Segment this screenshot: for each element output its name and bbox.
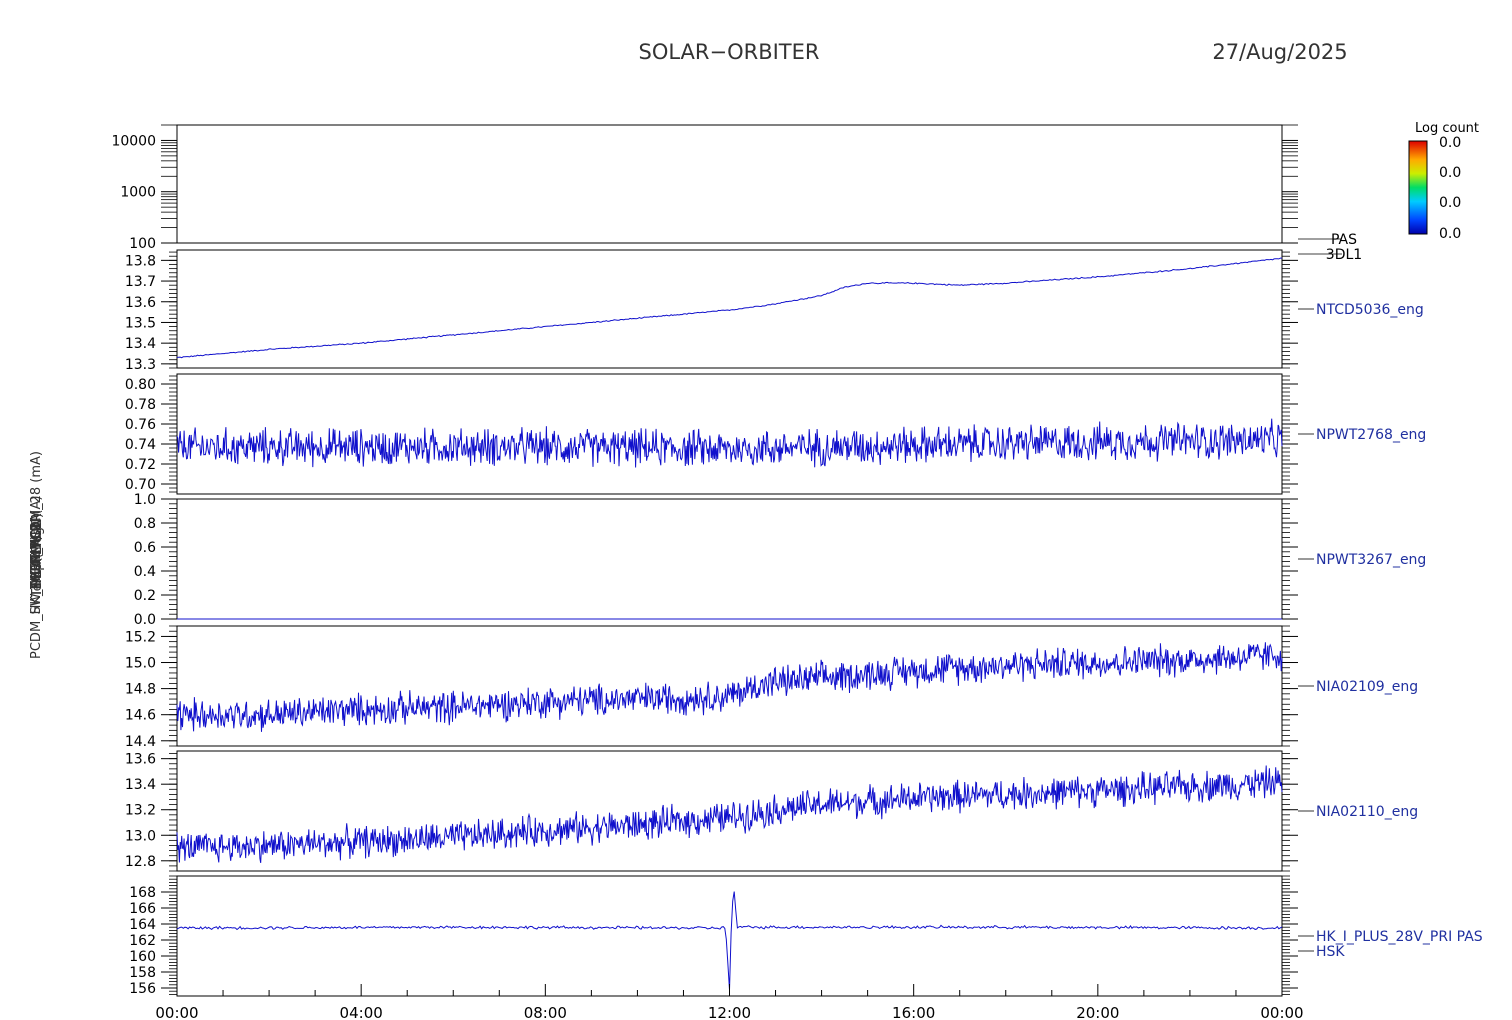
panel-npwt2768: 0.70 0.72 0.74 0.76 0.78 0.80 NPWT2768_eng <box>125 373 1426 495</box>
y-tick-label: 15.2 <box>125 629 156 645</box>
y-tick-label: 164 <box>129 917 156 933</box>
colorbar-tick-label: 0.0 <box>1439 195 1461 211</box>
y-tick-label: 13.0 <box>125 828 156 844</box>
y-tick-label: 0.4 <box>134 564 156 580</box>
right-label: NTCD5036_eng <box>1316 302 1424 318</box>
right-label: NPWT3267_eng <box>1316 552 1426 568</box>
panel-hk_i_plus: 156158160162164166168 HK_I_PLUS_28V_PRI P… <box>129 875 1483 997</box>
x-tick-label: 00:00 <box>155 1004 198 1020</box>
panel-nia02110: 12.8 13.0 13.2 13.4 13.6 NIA02110_eng <box>125 750 1418 872</box>
panel-pas: 100 1000 10000 PAS3DL1 <box>111 124 1362 263</box>
y-tick-label: 14.4 <box>125 734 156 750</box>
x-tick-label: 04:00 <box>340 1004 383 1020</box>
panel-ntcd5036: 13.3 13.4 13.5 13.6 13.7 13.8 NTCD5036_eng <box>125 249 1424 373</box>
series-line <box>176 257 1282 359</box>
panel-stack: 100100010000PAS3DL113.313.413.513.613.71… <box>29 124 1483 997</box>
y-axis-title: PCDM_HK_IMON_PCDM_28 (mA) <box>29 451 44 659</box>
right-label: NIA02110_eng <box>1316 804 1418 820</box>
right-label: NPWT2768_eng <box>1316 427 1426 443</box>
series-line <box>176 765 1283 863</box>
y-tick-label: 0.2 <box>134 588 156 604</box>
y-tick-label: 160 <box>129 949 156 965</box>
colorbar-tick-label: 0.0 <box>1439 135 1461 151</box>
panel-frame <box>176 124 1283 244</box>
x-tick-label: 00:00 <box>1260 1004 1303 1020</box>
y-tick-label: 10000 <box>111 133 156 149</box>
y-tick-label: 13.3 <box>125 357 156 373</box>
panel-frame <box>176 498 1283 620</box>
panel-nia02109: 14.4 14.6 14.8 15.0 15.2 NIA02109_eng <box>125 625 1418 750</box>
y-tick-label: 13.8 <box>125 253 156 269</box>
y-tick-label: 156 <box>129 981 156 997</box>
solar-orbiter-stacked-plot: SOLAR−ORBITER 27/Aug/2025 Log count 0.0 … <box>29 40 1483 1020</box>
y-tick-label: 13.6 <box>125 295 156 311</box>
colorbar-label: Log count <box>1415 121 1479 136</box>
x-tick-label: 12:00 <box>708 1004 751 1020</box>
y-tick-label: 0.74 <box>125 437 156 453</box>
y-tick-label: 0.78 <box>125 397 156 413</box>
colorbar-tick-label: 0.0 <box>1439 226 1461 242</box>
series-line <box>176 642 1283 732</box>
y-tick-label: 0.70 <box>125 477 156 493</box>
y-tick-label: 0.8 <box>134 516 156 532</box>
colorbar-gradient <box>1408 140 1428 235</box>
y-tick-label: 0.6 <box>134 540 156 556</box>
y-tick-label: 14.6 <box>125 708 156 724</box>
right-label: PAS <box>1331 232 1357 248</box>
y-tick-label: 100 <box>129 236 156 252</box>
panel-frame <box>176 249 1283 369</box>
y-tick-label: 13.4 <box>125 777 156 793</box>
y-tick-label: 0.0 <box>134 612 156 628</box>
colorbar-tick-label: 0.0 <box>1439 165 1461 181</box>
x-tick-label: 20:00 <box>1076 1004 1119 1020</box>
y-tick-label: 13.6 <box>125 752 156 768</box>
y-tick-label: 12.8 <box>125 854 156 870</box>
plot-title: SOLAR−ORBITER <box>638 40 819 64</box>
right-label: 3DL1 <box>1326 247 1362 263</box>
y-tick-label: 1000 <box>120 185 156 201</box>
y-tick-label: 166 <box>129 901 156 917</box>
panel-npwt3267: 0.0 0.2 0.4 0.6 0.8 1.0 NPWT3267_eng <box>134 492 1427 628</box>
y-tick-label: 0.72 <box>125 457 156 473</box>
panel-frame <box>176 750 1283 872</box>
time-axis: 00:00 04:00 08:00 12:00 16:00 20:00 00:00 <box>155 984 1304 1020</box>
y-tick-label: 14.8 <box>125 682 156 698</box>
y-tick-label: 1.0 <box>134 492 156 508</box>
series-line <box>176 891 1283 990</box>
y-tick-label: 162 <box>129 933 156 949</box>
panel-frame <box>176 625 1283 747</box>
panel-frame <box>176 373 1283 495</box>
y-tick-label: 13.4 <box>125 336 156 352</box>
y-tick-label: 0.76 <box>125 417 156 433</box>
x-tick-label: 16:00 <box>892 1004 935 1020</box>
y-tick-label: 13.5 <box>125 315 156 331</box>
colorbar: Log count 0.0 0.0 0.0 0.0 <box>1408 121 1479 242</box>
y-tick-label: 168 <box>129 885 156 901</box>
right-label: HSK <box>1316 944 1345 960</box>
right-label: HK_I_PLUS_28V_PRI PAS <box>1316 929 1483 945</box>
series-line <box>176 418 1283 468</box>
plot-date: 27/Aug/2025 <box>1212 40 1347 64</box>
y-tick-label: 13.2 <box>125 803 156 819</box>
y-tick-label: 158 <box>129 965 156 981</box>
y-tick-label: 13.7 <box>125 274 156 290</box>
y-tick-label: 0.80 <box>125 377 156 393</box>
x-tick-label: 08:00 <box>524 1004 567 1020</box>
y-tick-label: 15.0 <box>125 656 156 672</box>
right-label: NIA02109_eng <box>1316 679 1418 695</box>
